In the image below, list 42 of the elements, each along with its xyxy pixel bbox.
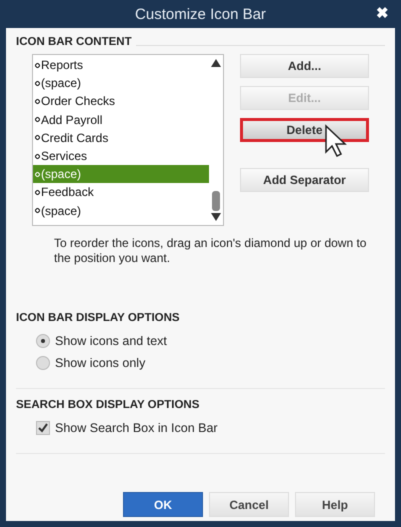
list-item[interactable]: (space) [33, 165, 209, 184]
list-item[interactable]: (space) [33, 74, 209, 92]
section-heading: ICON BAR CONTENT [16, 36, 132, 48]
list-item[interactable]: (space) [33, 202, 209, 220]
dialog-button[interactable]: Cancel [209, 492, 289, 517]
checkbox-option[interactable]: Show Search Box in Icon Bar [36, 421, 385, 435]
diamond-icon[interactable] [35, 98, 40, 104]
action-button[interactable]: Delete [240, 118, 369, 142]
dialog-button[interactable]: Help [295, 492, 375, 517]
checkbox[interactable] [36, 421, 50, 435]
scroll-thumb[interactable] [212, 191, 220, 211]
radio-label: Show icons only [55, 356, 146, 370]
scroll-down-icon[interactable] [211, 213, 221, 221]
dialog-button[interactable]: OK [123, 492, 203, 517]
list-item[interactable]: Add Payroll [33, 110, 209, 129]
list-item[interactable]: Credit Cards [33, 128, 209, 147]
diamond-icon[interactable] [35, 135, 40, 140]
diamond-icon[interactable] [35, 62, 40, 68]
radio-button[interactable] [36, 356, 50, 370]
radio-label: Show icons and text [55, 334, 167, 348]
section-heading: SEARCH BOX DISPLAY OPTIONS [16, 399, 200, 411]
diamond-icon[interactable] [35, 80, 40, 86]
radio-option[interactable]: Show icons and text [36, 334, 385, 348]
list-item[interactable]: Order Checks [33, 92, 209, 111]
radio-button[interactable] [36, 334, 50, 348]
diamond-icon[interactable] [35, 117, 40, 122]
section-heading: ICON BAR DISPLAY OPTIONS [16, 312, 180, 324]
checkbox-label: Show Search Box in Icon Bar [55, 421, 218, 435]
radio-option[interactable]: Show icons only [36, 356, 385, 370]
list-item[interactable]: Services [33, 146, 209, 166]
list-item[interactable]: Reports [33, 56, 209, 74]
close-button[interactable]: ✖ [374, 4, 391, 22]
mouse-cursor-icon [324, 124, 350, 158]
window-title: Customize Icon Bar [135, 6, 266, 22]
action-button[interactable]: Add... [240, 54, 369, 78]
action-button[interactable]: Add Separator [240, 168, 369, 192]
scroll-up-icon[interactable] [211, 59, 221, 67]
hint-text: To reorder the icons, drag an icon's diamond up or down to the position you want. [54, 236, 368, 266]
diamond-icon[interactable] [35, 154, 40, 159]
diamond-icon[interactable] [35, 208, 40, 214]
diamond-icon[interactable] [35, 190, 40, 195]
list-item[interactable]: Feedback [33, 183, 209, 202]
